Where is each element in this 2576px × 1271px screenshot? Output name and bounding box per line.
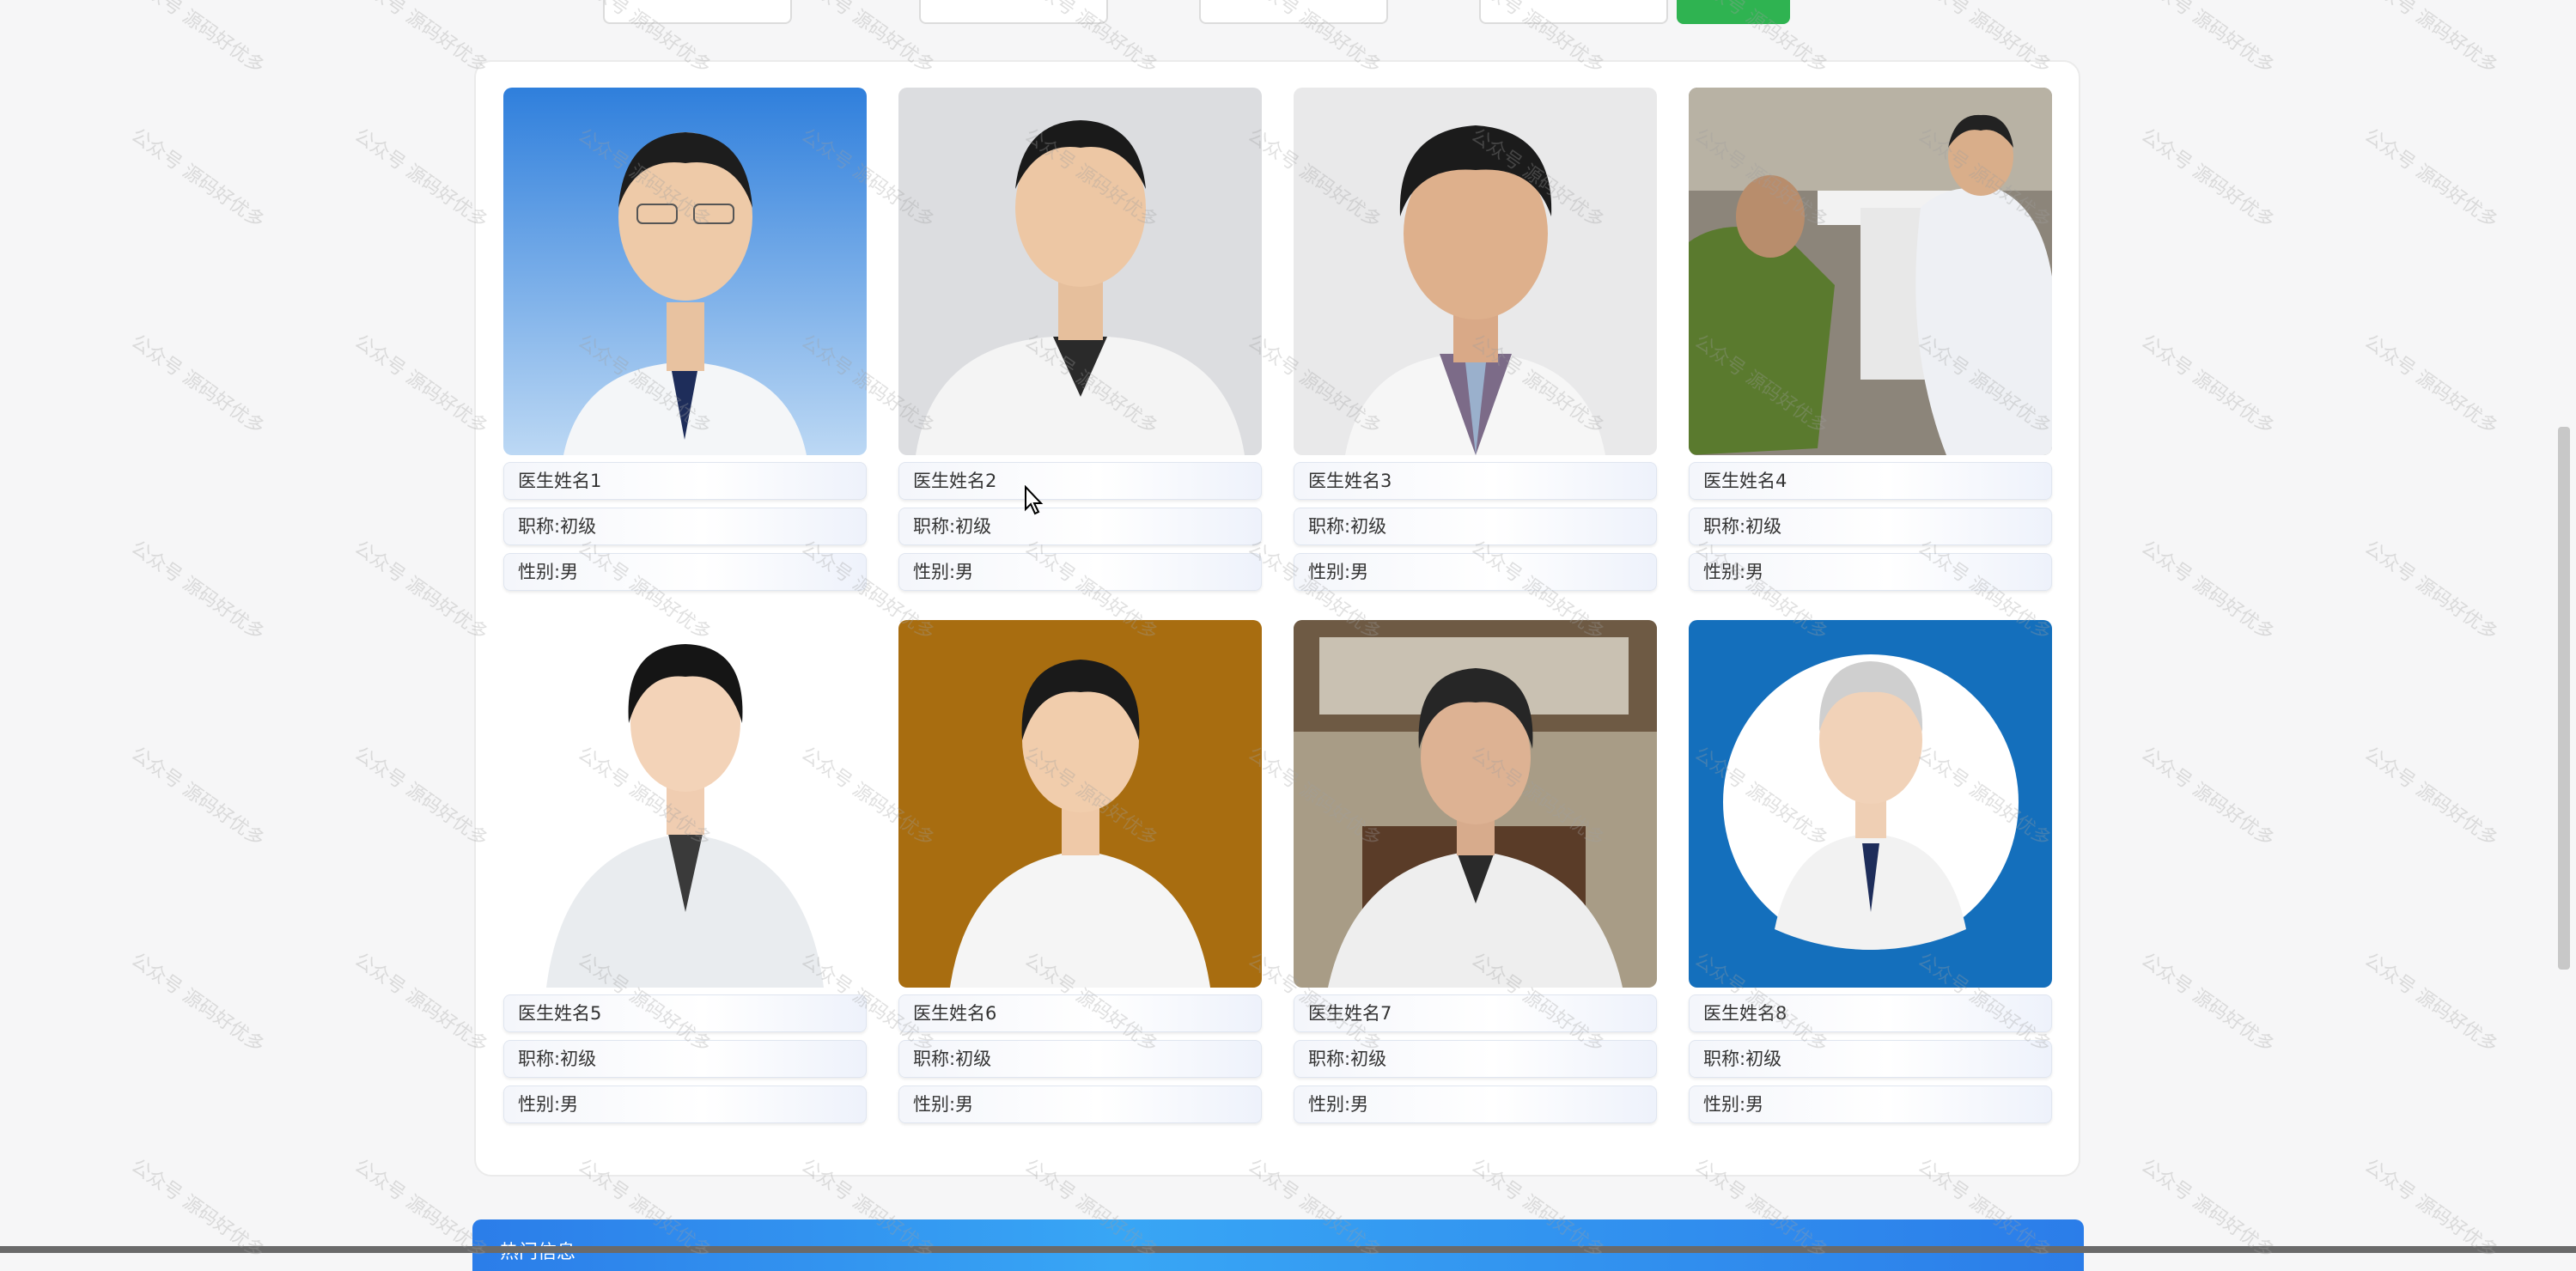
doctor-gender: 性别:男 xyxy=(898,553,1262,591)
doctor-gender: 性别:男 xyxy=(1294,1086,1657,1123)
doctor-title: 职称:初级 xyxy=(1689,508,2052,545)
doctor-card[interactable]: 医生姓名3 职称:初级 性别:男 xyxy=(1294,88,1657,591)
doctor-name: 医生姓名2 xyxy=(898,462,1262,500)
watermark-text: 公众号 源码好优多 xyxy=(2136,743,2279,851)
watermark-text: 公众号 源码好优多 xyxy=(2360,949,2502,1057)
watermark-text: 公众号 源码好优多 xyxy=(126,743,269,851)
watermark-text: 公众号 源码好优多 xyxy=(2360,331,2502,439)
watermark-text: 公众号 源码好优多 xyxy=(2360,125,2502,233)
watermark-text: 公众号 源码好优多 xyxy=(126,331,269,439)
hot-info-section-header: 热门信息 xyxy=(472,1219,2084,1271)
doctor-card[interactable]: 医生姓名5 职称:初级 性别:男 xyxy=(503,620,867,1123)
mouse-pointer-icon xyxy=(1025,485,1044,515)
watermark-text: 公众号 源码好优多 xyxy=(350,537,492,645)
filter-input-1[interactable] xyxy=(603,0,792,24)
watermark-text: 公众号 源码好优多 xyxy=(126,125,269,233)
doctor-name: 医生姓名5 xyxy=(503,994,867,1032)
doctor-name: 医生姓名6 xyxy=(898,994,1262,1032)
doctor-gender: 性别:男 xyxy=(1689,1086,2052,1123)
doctor-photo[interactable] xyxy=(1294,620,1657,988)
watermark-text: 公众号 源码好优多 xyxy=(350,949,492,1057)
watermark-text: 公众号 源码好优多 xyxy=(2136,949,2279,1057)
watermark-text: 公众号 源码好优多 xyxy=(2360,743,2502,851)
doctor-name: 医生姓名7 xyxy=(1294,994,1657,1032)
watermark-text: 公众号 源码好优多 xyxy=(2360,537,2502,645)
doctor-title: 职称:初级 xyxy=(898,508,1262,545)
page-scrollbar-thumb[interactable] xyxy=(2558,427,2570,970)
doctor-name: 医生姓名1 xyxy=(503,462,867,500)
watermark-text: 公众号 源码好优多 xyxy=(350,743,492,851)
doctor-name: 医生姓名8 xyxy=(1689,994,2052,1032)
doctor-photo[interactable] xyxy=(898,620,1262,988)
doctor-title: 职称:初级 xyxy=(898,1040,1262,1078)
doctor-photo[interactable] xyxy=(1689,88,2052,455)
doctor-card[interactable]: 医生姓名4 职称:初级 性别:男 xyxy=(1689,88,2052,591)
doctor-card[interactable]: 医生姓名2 职称:初级 性别:男 xyxy=(898,88,1262,591)
doctor-card[interactable]: 医生姓名6 职称:初级 性别:男 xyxy=(898,620,1262,1123)
doctor-gender: 性别:男 xyxy=(503,553,867,591)
doctor-title: 职称:初级 xyxy=(503,1040,867,1078)
watermark-text: 公众号 源码好优多 xyxy=(2136,125,2279,233)
filter-input-2[interactable] xyxy=(919,0,1108,24)
doctor-name: 医生姓名4 xyxy=(1689,462,2052,500)
doctor-gender: 性别:男 xyxy=(1294,553,1657,591)
filter-input-3[interactable] xyxy=(1199,0,1388,24)
doctor-gender: 性别:男 xyxy=(898,1086,1262,1123)
watermark-text: 公众号 源码好优多 xyxy=(126,537,269,645)
doctor-name: 医生姓名3 xyxy=(1294,462,1657,500)
doctor-photo[interactable] xyxy=(503,620,867,988)
doctor-photo[interactable] xyxy=(898,88,1262,455)
doctor-card[interactable]: 医生姓名8 职称:初级 性别:男 xyxy=(1689,620,2052,1123)
watermark-text: 公众号 源码好优多 xyxy=(126,949,269,1057)
doctor-title: 职称:初级 xyxy=(503,508,867,545)
watermark-text: 公众号 源码好优多 xyxy=(350,125,492,233)
doctor-photo[interactable] xyxy=(1689,620,2052,988)
doctor-card[interactable]: 医生姓名7 职称:初级 性别:男 xyxy=(1294,620,1657,1123)
search-button[interactable] xyxy=(1677,0,1790,24)
search-filter-bar xyxy=(0,0,2576,26)
watermark-text: 公众号 源码好优多 xyxy=(2136,331,2279,439)
window-bottom-edge xyxy=(0,1246,2576,1253)
doctor-photo[interactable] xyxy=(503,88,867,455)
watermark-text: 公众号 源码好优多 xyxy=(2136,537,2279,645)
doctor-card[interactable]: 医生姓名1 职称:初级 性别:男 xyxy=(503,88,867,591)
doctor-gender: 性别:男 xyxy=(1689,553,2052,591)
doctor-photo[interactable] xyxy=(1294,88,1657,455)
doctor-gender: 性别:男 xyxy=(503,1086,867,1123)
doctor-title: 职称:初级 xyxy=(1294,1040,1657,1078)
doctor-list-panel: 医生姓名1 职称:初级 性别:男 医生姓名2 职称:初级 性别:男 医生姓名3 … xyxy=(474,60,2080,1177)
doctor-title: 职称:初级 xyxy=(1689,1040,2052,1078)
filter-input-4[interactable] xyxy=(1479,0,1668,24)
doctor-title: 职称:初级 xyxy=(1294,508,1657,545)
watermark-text: 公众号 源码好优多 xyxy=(350,331,492,439)
